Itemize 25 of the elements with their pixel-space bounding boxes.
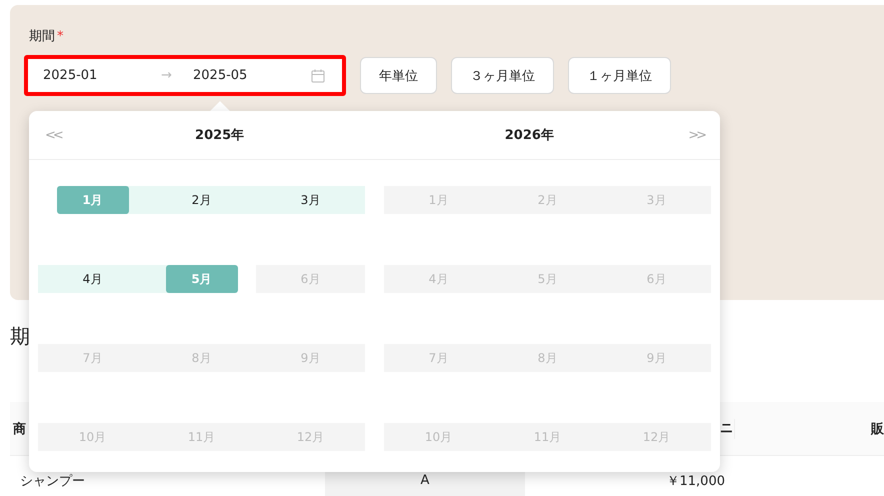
table-cell-text: シャンプー: [19, 473, 86, 490]
month-cell[interactable]: 5月: [166, 265, 238, 293]
column-header: 販: [871, 422, 884, 436]
unit-button[interactable]: ３ヶ月単位: [451, 57, 554, 94]
range-separator: →: [161, 68, 173, 83]
field-label: 期間: [29, 29, 55, 44]
previous-year-button[interactable]: <<: [41, 128, 65, 142]
date-range-field[interactable]: 2025-01 → 2025-05: [24, 55, 346, 96]
end-value: 2025-05: [193, 68, 248, 83]
year-title: 2025年: [194, 127, 246, 144]
required-mark: *: [57, 29, 64, 44]
column-header: ニ: [720, 420, 733, 436]
unit-button[interactable]: １ヶ月単位: [568, 57, 671, 94]
year-title: 2026年: [504, 127, 555, 144]
table-cell-text: ￥11,000: [666, 473, 725, 490]
section-heading: 期: [10, 323, 30, 349]
column-header: 商: [13, 422, 26, 436]
month-cell[interactable]: 2月: [166, 186, 238, 214]
month-cell[interactable]: 1月: [56, 186, 128, 214]
calendar-icon: [311, 68, 325, 82]
month-cell[interactable]: 3月: [274, 186, 346, 214]
unit-button[interactable]: 年単位: [360, 57, 437, 94]
start-value: 2025-01: [43, 68, 98, 83]
month-cell[interactable]: 4月: [56, 265, 128, 293]
next-year-button[interactable]: >>: [684, 128, 708, 142]
